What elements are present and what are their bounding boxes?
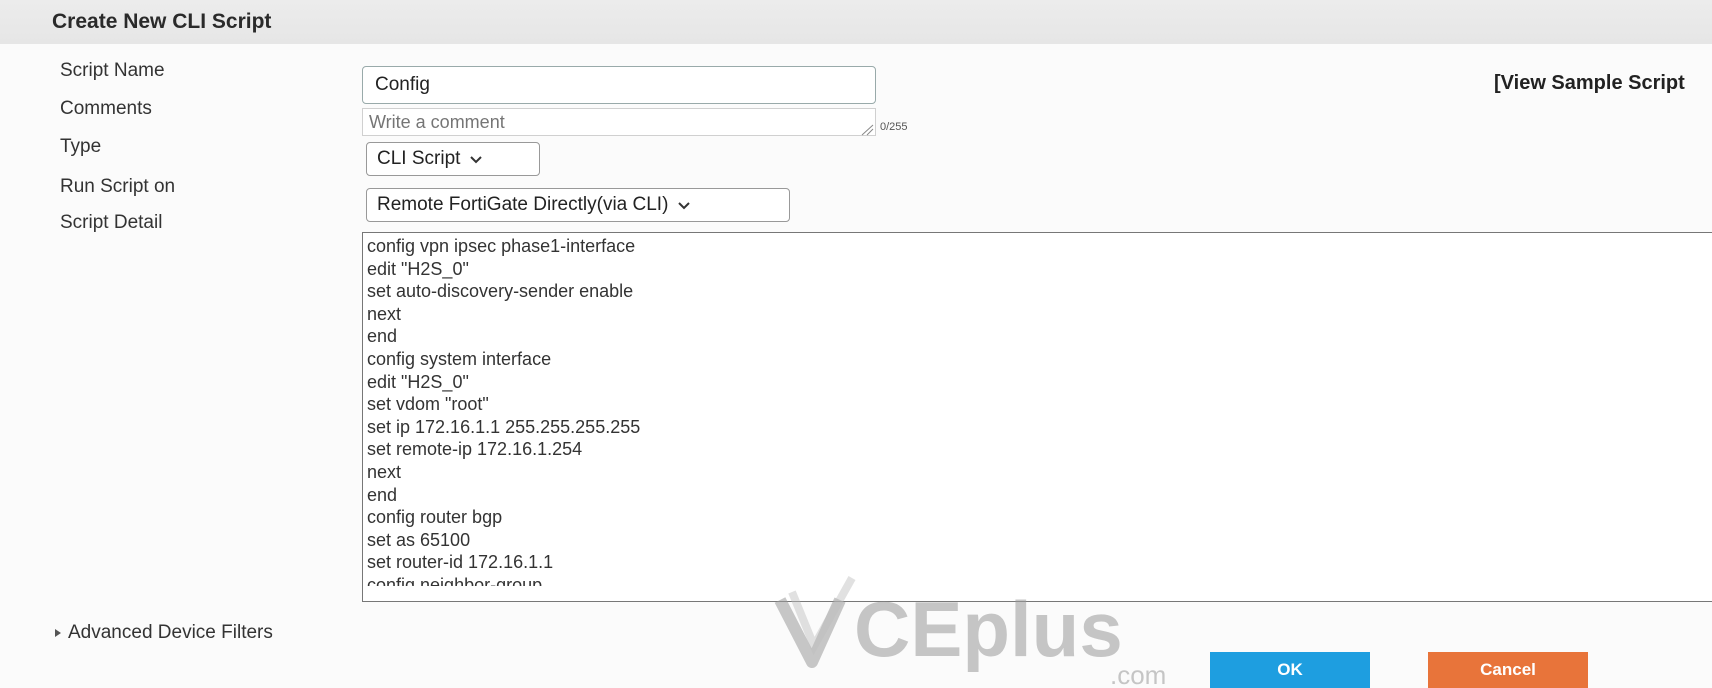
script-line: next <box>367 303 402 324</box>
script-line: config system interface <box>367 348 552 369</box>
comments-label: Comments <box>60 98 152 119</box>
watermark-brand: CEplus <box>854 585 1123 673</box>
type-select[interactable]: CLI Script <box>366 142 540 176</box>
script-line: config router bgp <box>367 507 503 528</box>
script-line: set as 65100 <box>367 529 471 550</box>
chevron-down-icon <box>470 156 483 164</box>
script-line: set vdom "root" <box>367 394 489 415</box>
script-line: set remote-ip 172.16.1.254 <box>367 439 583 460</box>
script-line: next <box>367 461 402 482</box>
script-detail-label: Script Detail <box>60 212 163 233</box>
script-name-label: Script Name <box>60 60 165 81</box>
script-line: edit "H2S_0" <box>367 371 469 392</box>
script-name-input[interactable] <box>362 66 876 104</box>
run-script-on-label: Run Script on <box>60 176 176 197</box>
comments-input[interactable] <box>362 108 876 136</box>
script-line: edit "H2S_0" <box>367 258 469 279</box>
chevron-right-icon <box>55 629 61 637</box>
chevron-down-icon <box>678 202 691 210</box>
script-line: set ip 172.16.1.1 255.255.255.255 <box>367 416 641 437</box>
ok-button[interactable]: OK <box>1210 652 1370 688</box>
cancel-button[interactable]: Cancel <box>1428 652 1588 688</box>
advanced-device-filters-label: Advanced Device Filters <box>68 622 273 643</box>
dialog-header: Create New CLI Script <box>0 0 1712 44</box>
run-script-on-select[interactable]: Remote FortiGate Directly(via CLI) <box>366 188 790 222</box>
watermark-logo: CEplus .com <box>774 576 1166 688</box>
script-line: set router-id 172.16.1.1 <box>367 552 554 573</box>
view-sample-script-link[interactable]: [View Sample Script <box>1494 72 1685 95</box>
script-line: config vpn ipsec phase1-interface <box>367 236 636 256</box>
script-line: set auto-discovery-sender enable <box>367 281 634 302</box>
resize-handle-icon[interactable] <box>860 124 874 136</box>
script-detail-textarea[interactable]: config vpn ipsec phase1-interface edit "… <box>362 232 1712 602</box>
comment-char-counter: 0/255 <box>880 121 908 133</box>
type-select-value: CLI Script <box>377 148 461 169</box>
script-lines: config vpn ipsec phase1-interface edit "… <box>367 235 640 586</box>
type-label: Type <box>60 136 102 157</box>
script-line: config neighbor-group <box>367 574 543 586</box>
script-line: end <box>367 326 398 347</box>
watermark-suffix: .com <box>1110 660 1166 688</box>
advanced-device-filters-toggle[interactable]: Advanced Device Filters <box>54 622 273 644</box>
script-line: end <box>367 484 398 505</box>
run-script-on-value: Remote FortiGate Directly(via CLI) <box>377 194 669 215</box>
dialog-title: Create New CLI Script <box>52 10 272 33</box>
